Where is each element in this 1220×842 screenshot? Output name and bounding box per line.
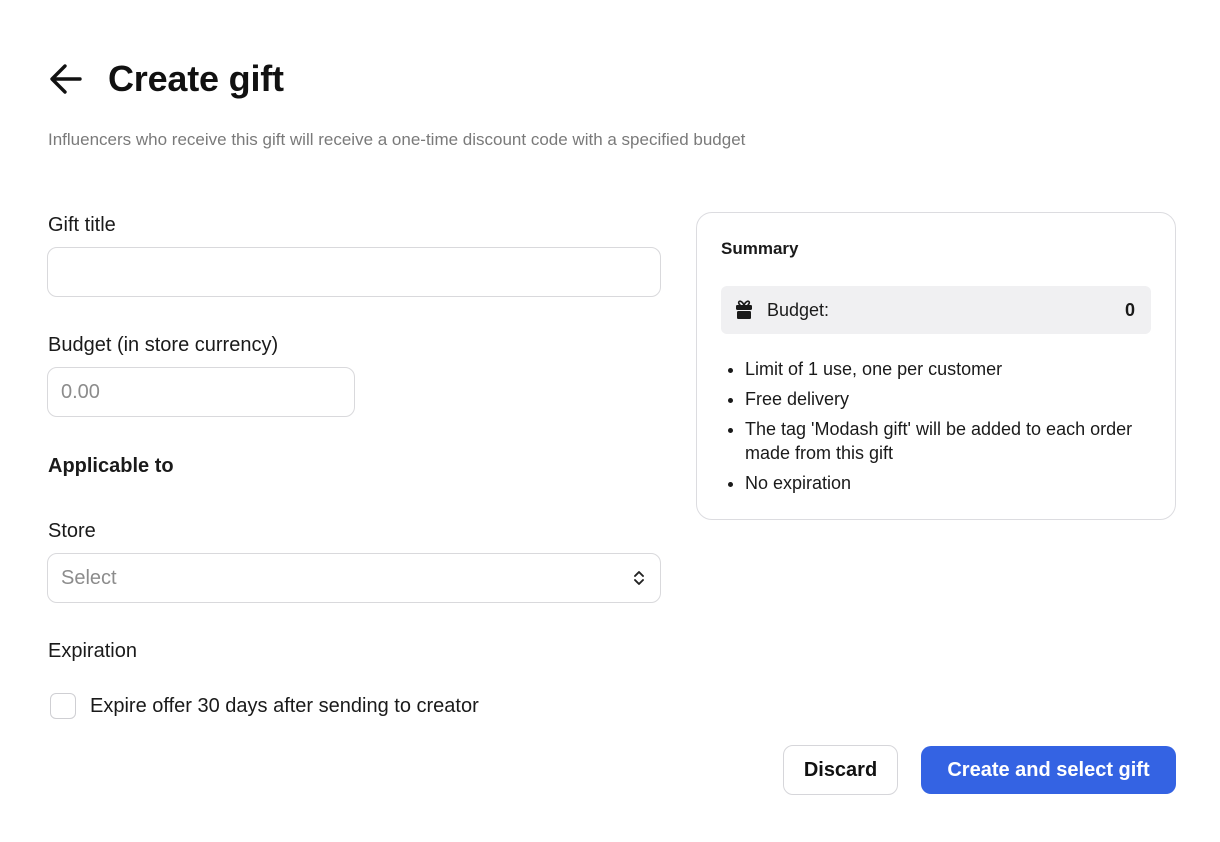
gift-title-label: Gift title <box>48 214 116 236</box>
create-and-select-gift-button[interactable]: Create and select gift <box>921 746 1176 794</box>
page-subtitle: Influencers who receive this gift will r… <box>48 130 746 149</box>
gift-title-input[interactable] <box>47 247 661 297</box>
create-gift-page: Create gift Influencers who receive this… <box>0 0 1220 842</box>
store-select[interactable]: Select <box>47 553 661 603</box>
expire-offer-label: Expire offer 30 days after sending to cr… <box>90 694 479 717</box>
summary-card: Summary Budget: 0 Limit of 1 use, one pe… <box>696 212 1176 520</box>
page-title: Create gift <box>108 58 284 99</box>
arrow-left-icon <box>50 64 82 94</box>
summary-list-item: No expiration <box>745 471 1165 495</box>
gift-icon <box>736 300 752 319</box>
discard-button[interactable]: Discard <box>783 745 898 795</box>
summary-list-item: The tag 'Modash gift' will be added to e… <box>745 417 1165 465</box>
page-header: Create gift <box>48 56 284 102</box>
summary-list-item: Free delivery <box>745 387 1165 411</box>
store-label: Store <box>48 520 96 542</box>
summary-list: Limit of 1 use, one per customer Free de… <box>721 357 1165 501</box>
store-select-value: Select <box>61 566 117 589</box>
summary-budget-row: Budget: 0 <box>721 286 1151 334</box>
expiration-label: Expiration <box>48 640 137 662</box>
expire-offer-checkbox[interactable] <box>50 693 76 719</box>
applicable-to-heading: Applicable to <box>48 455 174 477</box>
back-button[interactable] <box>48 56 94 102</box>
summary-budget-label: Budget: <box>767 299 830 320</box>
summary-budget-value: 0 <box>1124 299 1135 320</box>
budget-label: Budget (in store currency) <box>48 334 279 356</box>
expire-offer-option[interactable]: Expire offer 30 days after sending to cr… <box>50 693 479 719</box>
chevron-up-down-icon <box>634 571 644 585</box>
summary-list-item: Limit of 1 use, one per customer <box>745 357 1165 381</box>
summary-title: Summary <box>721 239 799 258</box>
budget-input[interactable] <box>47 367 355 417</box>
